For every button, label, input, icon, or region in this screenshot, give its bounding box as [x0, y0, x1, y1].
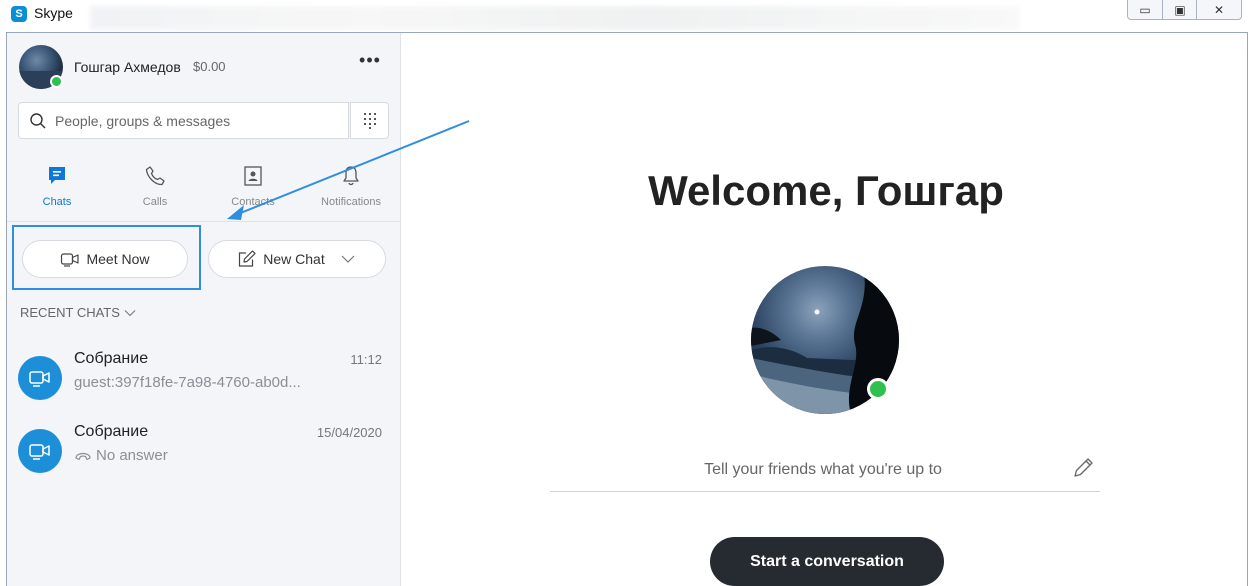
mood-message-placeholder: Tell your friends what you're up to: [704, 461, 942, 478]
video-camera-icon: [29, 444, 50, 460]
tab-contacts-label: Contacts: [231, 196, 275, 208]
chat-name: Собрание: [74, 350, 149, 367]
chat-list-item[interactable]: Собрание 11:12 guest:397f18fe-7a98-4760-…: [7, 348, 401, 412]
skype-logo-icon: S: [11, 6, 27, 22]
chat-time: 11:12: [350, 352, 382, 367]
dialpad-button[interactable]: [350, 102, 389, 139]
maximize-button[interactable]: ▣: [1162, 0, 1198, 20]
window-title: Skype: [34, 5, 73, 21]
profile-balance[interactable]: $0.00: [193, 59, 226, 74]
video-camera-icon: [61, 253, 80, 267]
tab-calls[interactable]: Calls: [115, 161, 195, 219]
search-input[interactable]: [55, 103, 345, 138]
welcome-heading: Welcome, Гошгар: [648, 167, 1004, 214]
chat-name: Собрание: [74, 423, 149, 440]
chat-preview-text: No answer: [96, 447, 168, 464]
tab-notifications-label: Notifications: [321, 196, 381, 208]
phone-icon: [145, 166, 165, 186]
bell-icon: [343, 166, 359, 186]
meet-now-button[interactable]: Meet Now: [22, 240, 188, 278]
dialpad-icon: [363, 112, 376, 129]
group-call-avatar: [18, 429, 62, 473]
start-conversation-button[interactable]: Start a conversation: [710, 537, 944, 586]
sidebar: Гошгар Ахмедов $0.00 ••• Chats: [7, 33, 401, 586]
chat-icon: [49, 167, 65, 184]
group-call-avatar: [18, 356, 62, 400]
tab-chats-label: Chats: [42, 196, 72, 208]
tab-calls-label: Calls: [142, 196, 168, 208]
new-chat-button[interactable]: New Chat: [208, 240, 386, 278]
search-icon: [30, 113, 46, 129]
chat-preview: guest:397f18fe-7a98-4760-ab0d...: [74, 374, 301, 391]
chat-list-item[interactable]: Собрание 15/04/2020 No answer: [7, 421, 401, 485]
video-camera-icon: [29, 371, 50, 387]
missed-call-icon: [75, 452, 91, 460]
chat-preview-text: guest:397f18fe-7a98-4760-ab0d...: [74, 374, 301, 391]
chevron-down-icon[interactable]: [339, 253, 357, 265]
online-status-indicator: [867, 378, 889, 400]
recent-chats-label: RECENT CHATS: [20, 305, 120, 320]
nav-tabs: Chats Calls Contacts Notifications: [7, 161, 401, 221]
title-bar-background: [90, 6, 1020, 30]
profile-name[interactable]: Гошгар Ахмедов: [74, 59, 181, 75]
tab-chats[interactable]: Chats: [17, 161, 97, 219]
contacts-icon: [244, 166, 262, 186]
tab-notifications[interactable]: Notifications: [311, 161, 391, 219]
main-panel: Welcome, Гошгар Tell your friends what y…: [402, 33, 1247, 586]
new-chat-label: New Chat: [263, 251, 325, 267]
chevron-down-icon: [124, 309, 136, 316]
pencil-icon[interactable]: [1070, 455, 1096, 481]
mood-message-field[interactable]: Tell your friends what you're up to: [550, 451, 1100, 492]
recent-chats-header[interactable]: RECENT CHATS: [20, 305, 136, 320]
meet-now-label: Meet Now: [86, 251, 150, 267]
chat-preview: No answer: [74, 447, 168, 464]
tabs-divider: [7, 221, 401, 222]
online-status-indicator: [50, 75, 63, 88]
more-options-button[interactable]: •••: [357, 51, 383, 71]
compose-icon: [239, 250, 256, 267]
close-button[interactable]: ✕: [1196, 0, 1242, 20]
minimize-button[interactable]: ▭: [1127, 0, 1163, 20]
chat-time: 15/04/2020: [316, 425, 382, 440]
tab-contacts[interactable]: Contacts: [213, 161, 293, 219]
title-bar: S Skype ▭ ▣ ✕: [0, 0, 1253, 32]
search-box[interactable]: [18, 102, 349, 139]
